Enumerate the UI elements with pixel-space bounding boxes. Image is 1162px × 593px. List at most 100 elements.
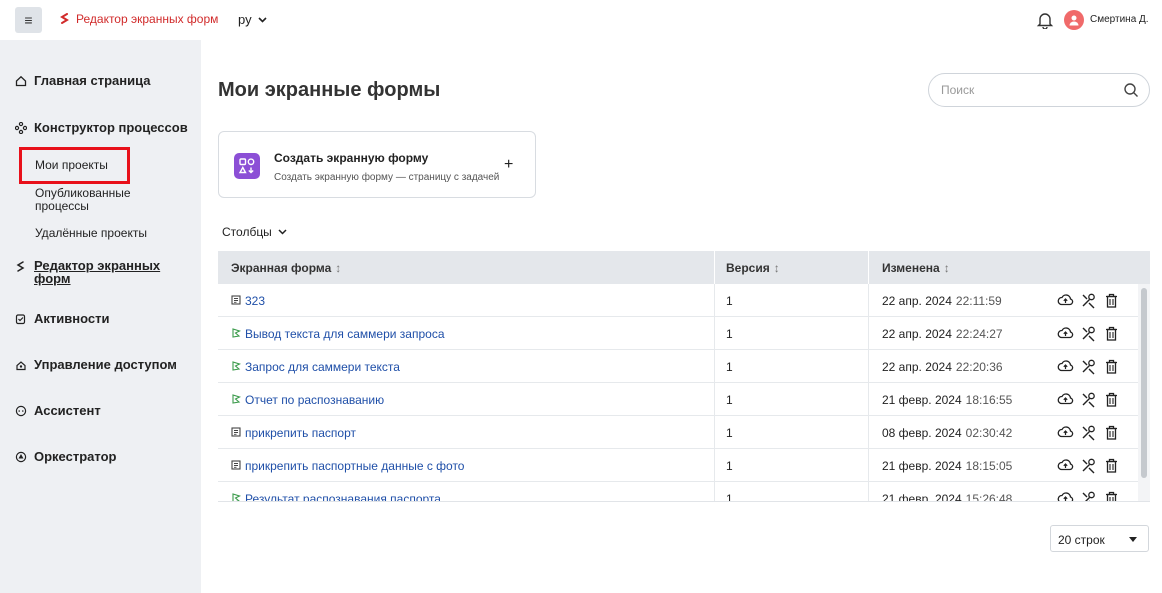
form-name-link[interactable]: Отчет по распознаванию bbox=[231, 393, 384, 407]
trash-icon[interactable] bbox=[1103, 457, 1120, 474]
publish-cloud-icon[interactable] bbox=[1057, 358, 1074, 375]
rows-per-page-select[interactable]: 20 строк bbox=[1050, 525, 1149, 552]
search-box[interactable] bbox=[928, 73, 1150, 107]
sidebar-item-label: Активности bbox=[34, 311, 110, 326]
modified-time: 18:15:05 bbox=[965, 459, 1013, 473]
table-row[interactable]: Результат распознавания паспорта 1 21 февр… bbox=[218, 482, 1138, 502]
table-row[interactable]: Вывод текста для саммери запроса 1 22 апр.… bbox=[218, 317, 1138, 350]
language-select[interactable]: ру bbox=[238, 12, 267, 27]
user-icon bbox=[1069, 15, 1079, 26]
form-name-link[interactable]: прикрепить паспортные данные с фото bbox=[231, 459, 464, 473]
tools-icon[interactable] bbox=[1080, 424, 1097, 441]
form-name-link[interactable]: Вывод текста для саммери запроса bbox=[231, 327, 445, 341]
modified-time: 15:26:48 bbox=[965, 492, 1013, 502]
sidebar: Главная страница Конструктор процессов М… bbox=[0, 40, 201, 593]
modified-cell: 08 февр. 2024 02:30:42 bbox=[882, 426, 1012, 440]
tools-icon[interactable] bbox=[1080, 391, 1097, 408]
version-cell: 1 bbox=[726, 327, 733, 341]
brand[interactable]: Редактор экранных форм bbox=[58, 12, 218, 26]
sidebar-item-orchestrator[interactable]: Оркестратор bbox=[15, 449, 116, 464]
table-row[interactable]: прикрепить паспортные данные с фото 1 21 ф… bbox=[218, 449, 1138, 482]
version-cell: 1 bbox=[726, 360, 733, 374]
table-row[interactable]: 323 1 22 апр. 2024 22:11:59 bbox=[218, 284, 1138, 317]
sidebar-item-label: Редактор экранных форм bbox=[34, 258, 161, 286]
columns-dropdown[interactable]: Столбцы bbox=[222, 225, 287, 239]
sort-icon: ↕ bbox=[943, 261, 950, 275]
flag-icon bbox=[231, 327, 241, 341]
search-input[interactable] bbox=[941, 82, 1111, 98]
table-row[interactable]: Отчет по распознаванию 1 21 февр. 2024 18:1… bbox=[218, 383, 1138, 416]
orchestrator-icon bbox=[15, 451, 27, 462]
sidebar-item-access-management[interactable]: Управление доступом bbox=[15, 357, 177, 372]
create-form-subtitle: Создать экранную форму — страницу с зада… bbox=[274, 172, 500, 183]
modified-time: 02:30:42 bbox=[965, 426, 1013, 440]
form-name-link[interactable]: Запрос для саммери текста bbox=[231, 360, 400, 374]
row-actions bbox=[1057, 292, 1120, 309]
tools-icon[interactable] bbox=[1080, 358, 1097, 375]
publish-cloud-icon[interactable] bbox=[1057, 391, 1074, 408]
modified-time: 22:24:27 bbox=[955, 327, 1003, 341]
search-icon[interactable] bbox=[1123, 82, 1139, 98]
column-header-modified[interactable]: Изменена ↕ bbox=[882, 261, 950, 275]
publish-cloud-icon[interactable] bbox=[1057, 490, 1074, 502]
trash-icon[interactable] bbox=[1103, 391, 1120, 408]
row-actions bbox=[1057, 424, 1120, 441]
form-name: Запрос для саммери текста bbox=[245, 360, 400, 374]
tools-icon[interactable] bbox=[1080, 325, 1097, 342]
publish-cloud-icon[interactable] bbox=[1057, 424, 1074, 441]
bell-icon[interactable] bbox=[1036, 11, 1054, 29]
sidebar-item-home[interactable]: Главная страница bbox=[15, 73, 150, 88]
table-scrollbar[interactable] bbox=[1138, 284, 1150, 501]
hamburger-menu-button[interactable]: ≡ bbox=[15, 7, 42, 33]
trash-icon[interactable] bbox=[1103, 490, 1120, 502]
modified-date: 22 апр. 2024 bbox=[882, 360, 952, 374]
table-row[interactable]: Запрос для саммери текста 1 22 апр. 2024 22… bbox=[218, 350, 1138, 383]
flag-icon bbox=[231, 393, 241, 407]
sidebar-subitem-my-projects[interactable]: Мои проекты bbox=[35, 159, 108, 172]
sidebar-subitem-deleted-projects[interactable]: Удалённые проекты bbox=[35, 227, 147, 240]
sidebar-item-label: Оркестратор bbox=[34, 449, 117, 464]
tools-icon[interactable] bbox=[1080, 292, 1097, 309]
sidebar-item-label: Управление доступом bbox=[34, 357, 177, 372]
tools-icon[interactable] bbox=[1080, 490, 1097, 502]
trash-icon[interactable] bbox=[1103, 424, 1120, 441]
form-icon bbox=[231, 459, 241, 473]
create-form-card[interactable]: Создать экранную форму Создать экранную … bbox=[218, 131, 536, 198]
row-actions bbox=[1057, 391, 1120, 408]
trash-icon[interactable] bbox=[1103, 325, 1120, 342]
sidebar-item-process-constructor[interactable]: Конструктор процессов bbox=[15, 120, 188, 135]
publish-cloud-icon[interactable] bbox=[1057, 457, 1074, 474]
row-actions bbox=[1057, 325, 1120, 342]
modified-date: 22 апр. 2024 bbox=[882, 327, 952, 341]
form-name-link[interactable]: прикрепить паспорт bbox=[231, 426, 356, 440]
form-name-link[interactable]: Результат распознавания паспорта bbox=[231, 492, 441, 501]
column-header-version[interactable]: Версия ↕ bbox=[726, 261, 780, 275]
version-cell: 1 bbox=[726, 294, 733, 308]
sort-icon: ↕ bbox=[335, 261, 342, 275]
form-name: прикрепить паспортные данные с фото bbox=[245, 459, 465, 473]
sidebar-item-activities[interactable]: Активности bbox=[15, 311, 109, 326]
modified-cell: 21 февр. 2024 15:26:48 bbox=[882, 492, 1013, 502]
table-header: Экранная форма ↕ Версия ↕ Изменена ↕ bbox=[218, 251, 1150, 284]
publish-cloud-icon[interactable] bbox=[1057, 325, 1074, 342]
sidebar-item-assistant[interactable]: Ассистент bbox=[15, 403, 101, 418]
plus-icon[interactable]: + bbox=[504, 156, 513, 174]
form-name: 323 bbox=[245, 294, 266, 308]
column-header-form[interactable]: Экранная форма ↕ bbox=[231, 261, 341, 275]
trash-icon[interactable] bbox=[1103, 292, 1120, 309]
form-icon bbox=[231, 294, 241, 308]
top-header: ≡ Редактор экранных форм ру Смертина Д. bbox=[0, 0, 1162, 40]
sidebar-item-label: Главная страница bbox=[34, 73, 151, 88]
flag-icon bbox=[231, 360, 241, 374]
trash-icon[interactable] bbox=[1103, 358, 1120, 375]
scrollbar-thumb[interactable] bbox=[1141, 288, 1147, 478]
avatar[interactable] bbox=[1064, 10, 1084, 30]
tools-icon[interactable] bbox=[1080, 457, 1097, 474]
table-row[interactable]: прикрепить паспорт 1 08 февр. 2024 02:30:42 bbox=[218, 416, 1138, 449]
form-name-link[interactable]: 323 bbox=[231, 294, 265, 308]
publish-cloud-icon[interactable] bbox=[1057, 292, 1074, 309]
sidebar-subitem-published-processes[interactable]: Опубликованные процессы bbox=[35, 187, 155, 213]
user-name[interactable]: Смертина Д. bbox=[1090, 14, 1149, 25]
sidebar-item-form-editor[interactable]: Редактор экранных форм bbox=[15, 259, 164, 285]
rows-per-page-value: 20 строк bbox=[1058, 533, 1105, 547]
